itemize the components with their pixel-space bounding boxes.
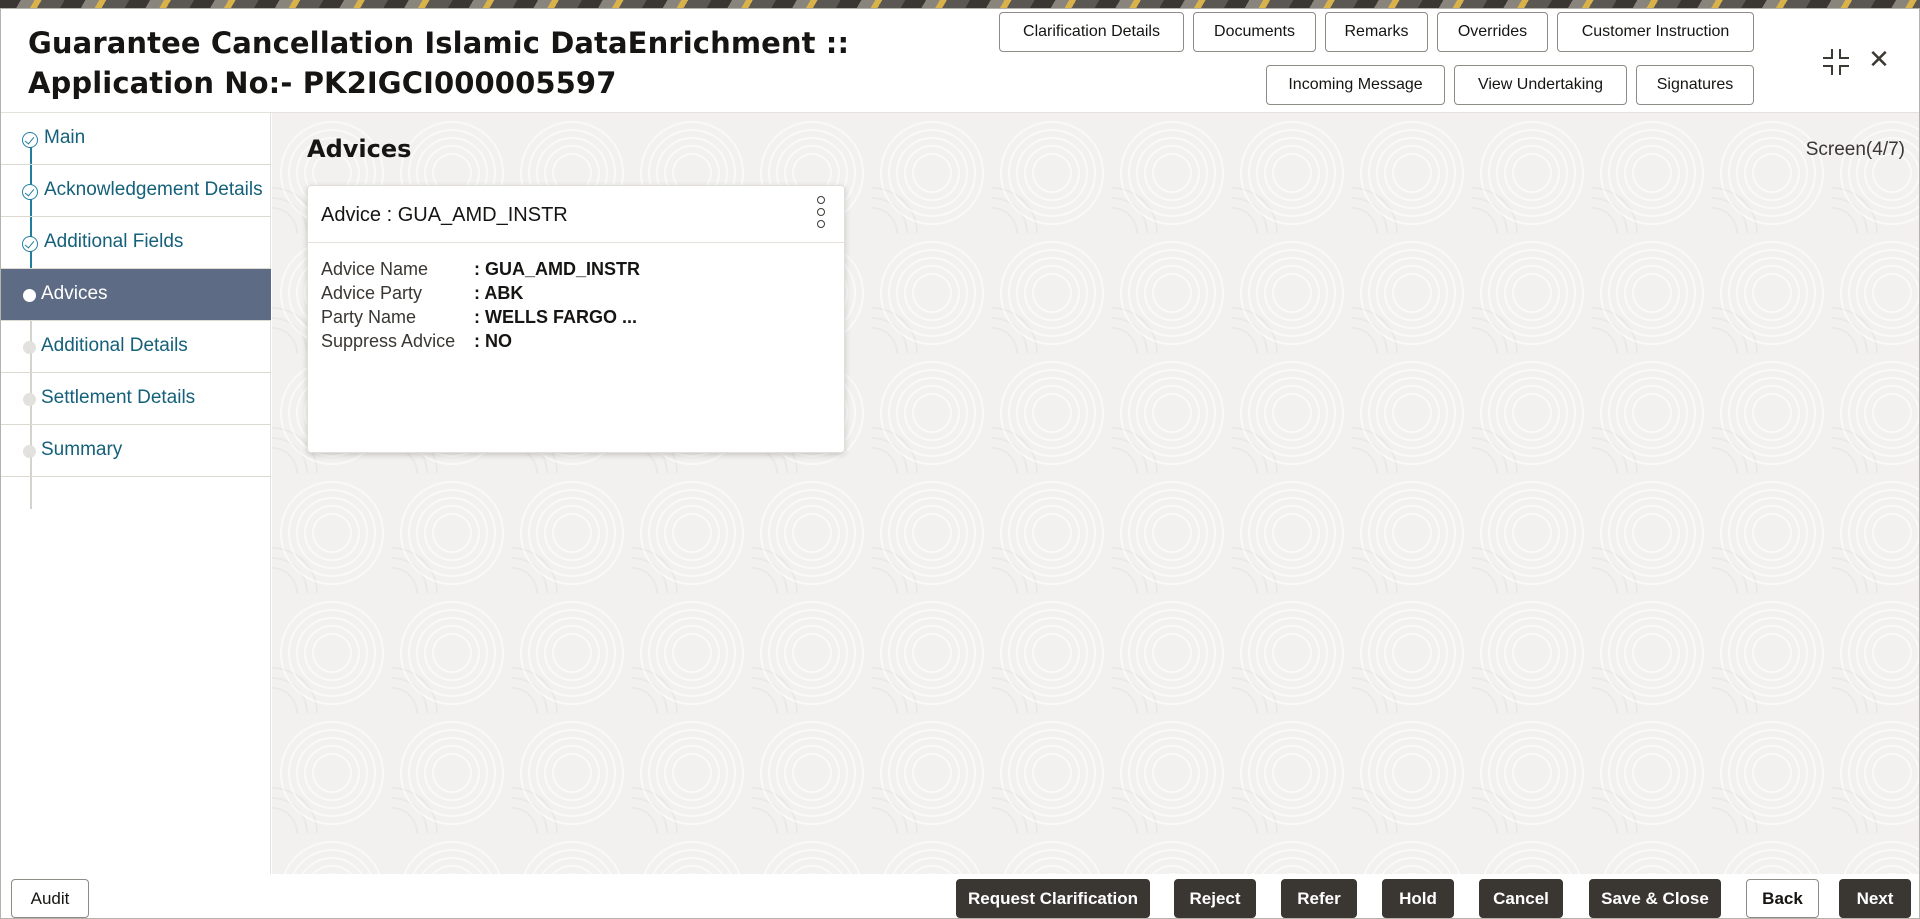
section-title: Advices: [307, 135, 412, 163]
field-value: : NO: [474, 331, 512, 351]
sidebar-item-advices[interactable]: Advices: [1, 269, 271, 321]
check-icon: [22, 184, 38, 200]
sidebar-item-settlement-details[interactable]: Settlement Details: [1, 373, 271, 425]
footer-action-bar: Audit Request Clarification Reject Refer…: [1, 874, 1919, 919]
title-line-2: Application No:- PK2IGCI000005597: [28, 66, 617, 100]
title-line-1: Guarantee Cancellation Islamic DataEnric…: [28, 26, 850, 60]
kebab-menu-icon[interactable]: [813, 196, 829, 230]
header: Guarantee Cancellation Islamic DataEnric…: [1, 9, 1919, 113]
reject-button[interactable]: Reject: [1174, 879, 1256, 918]
sidebar-item-label: Advices: [41, 283, 108, 304]
sidebar: Main Acknowledgement Details Additional …: [1, 113, 271, 874]
advice-card-body: Advice Name : GUA_AMD_INSTR Advice Party…: [321, 257, 640, 353]
sidebar-item-additional-fields[interactable]: Additional Fields: [1, 217, 271, 269]
signatures-button[interactable]: Signatures: [1636, 65, 1754, 105]
back-button[interactable]: Back: [1746, 879, 1819, 918]
field-row: Advice Party : ABK: [321, 281, 640, 305]
field-value: : GUA_AMD_INSTR: [474, 259, 641, 279]
field-value: : WELLS FARGO ...: [474, 307, 637, 327]
sidebar-item-label: Main: [44, 127, 86, 148]
field-row: Party Name : WELLS FARGO ...: [321, 305, 640, 329]
sidebar-item-label: Additional Fields: [44, 231, 184, 252]
remarks-button[interactable]: Remarks: [1325, 12, 1428, 52]
save-close-button[interactable]: Save & Close: [1589, 879, 1721, 918]
sidebar-item-acknowledgement-details[interactable]: Acknowledgement Details: [1, 165, 271, 217]
sidebar-item-summary[interactable]: Summary: [1, 425, 271, 477]
close-icon[interactable]: ✕: [1865, 45, 1893, 73]
main-content: Advices Screen(4/7) Advice : GUA_AMD_INS…: [272, 113, 1919, 874]
current-step-icon: [23, 289, 36, 302]
pending-step-icon: [23, 393, 36, 406]
hold-button[interactable]: Hold: [1382, 879, 1454, 918]
incoming-message-button[interactable]: Incoming Message: [1266, 65, 1445, 105]
request-clarification-button[interactable]: Request Clarification: [956, 879, 1150, 918]
field-label: Suppress Advice: [321, 331, 456, 351]
advice-card: Advice : GUA_AMD_INSTR Advice Name : GUA…: [307, 185, 845, 453]
check-icon: [22, 132, 38, 148]
field-row: Advice Name : GUA_AMD_INSTR: [321, 257, 640, 281]
cancel-button[interactable]: Cancel: [1479, 879, 1563, 918]
refer-button[interactable]: Refer: [1281, 879, 1357, 918]
field-label: Party Name: [321, 307, 417, 327]
sidebar-item-label: Settlement Details: [41, 387, 196, 408]
pending-step-icon: [23, 445, 36, 458]
next-button[interactable]: Next: [1839, 879, 1911, 918]
screen-indicator: Screen(4/7): [1805, 139, 1905, 160]
pending-step-icon: [23, 341, 36, 354]
expand-icon[interactable]: [1821, 47, 1851, 77]
field-row: Suppress Advice : NO: [321, 329, 640, 353]
audit-button[interactable]: Audit: [11, 879, 89, 918]
customer-instruction-button[interactable]: Customer Instruction: [1557, 12, 1754, 52]
view-undertaking-button[interactable]: View Undertaking: [1454, 65, 1627, 105]
desktop-strip: [0, 0, 1920, 8]
sidebar-item-label: Additional Details: [41, 335, 188, 356]
advice-card-header: Advice : GUA_AMD_INSTR: [308, 186, 844, 243]
page-title: Guarantee Cancellation Islamic DataEnric…: [28, 23, 849, 103]
overrides-button[interactable]: Overrides: [1437, 12, 1548, 52]
field-label: Advice Name: [321, 259, 429, 279]
sidebar-item-main[interactable]: Main: [1, 113, 271, 165]
clarification-details-button[interactable]: Clarification Details: [999, 12, 1184, 52]
app-window: Guarantee Cancellation Islamic DataEnric…: [0, 8, 1920, 919]
field-label: Advice Party: [321, 283, 423, 303]
check-icon: [22, 236, 38, 252]
field-value: : ABK: [474, 283, 524, 303]
advice-card-title: Advice : GUA_AMD_INSTR: [321, 204, 568, 226]
documents-button[interactable]: Documents: [1193, 12, 1316, 52]
sidebar-item-additional-details[interactable]: Additional Details: [1, 321, 271, 373]
sidebar-item-label: Acknowledgement Details: [44, 179, 263, 200]
sidebar-item-label: Summary: [41, 439, 123, 460]
